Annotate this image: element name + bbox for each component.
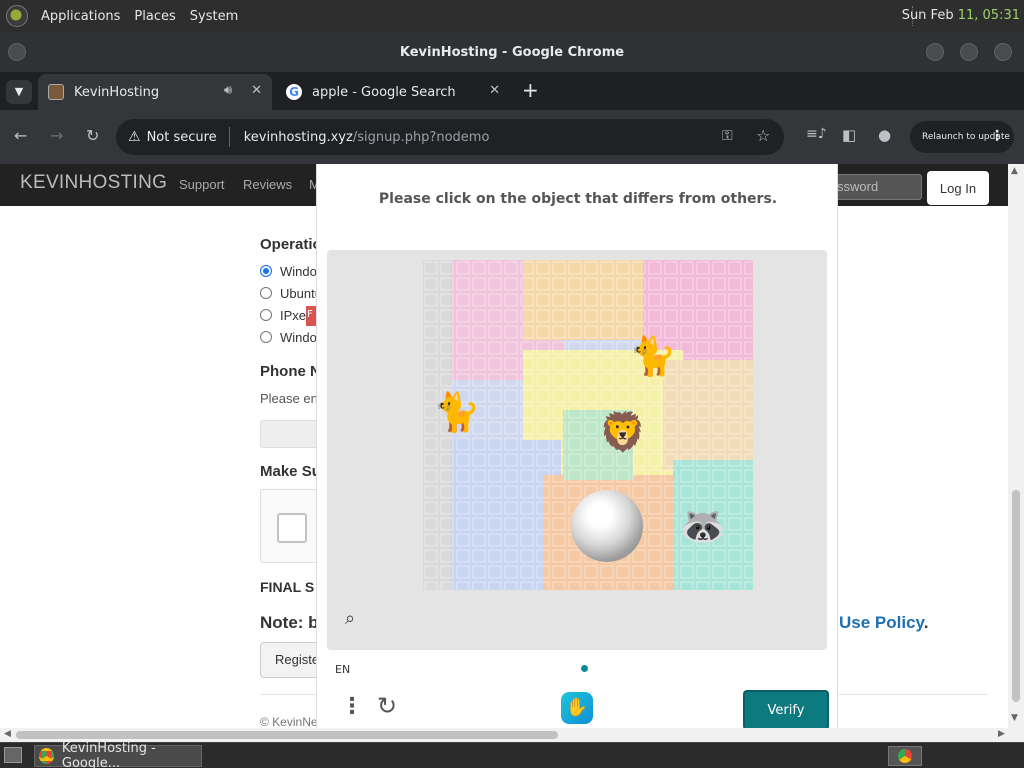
- media-control-icon[interactable]: ≡♪: [806, 126, 827, 142]
- os-option-label: Windo: [280, 330, 317, 345]
- os-option-label: Windo: [280, 264, 317, 279]
- applications-menu[interactable]: Applications: [34, 9, 127, 24]
- hcaptcha-logo-icon: ✋: [561, 692, 593, 724]
- taskbar-chrome-window[interactable]: KevinHosting - Google...: [34, 741, 202, 768]
- close-window-icon[interactable]: [994, 43, 1012, 61]
- security-status[interactable]: Not secure: [147, 130, 217, 145]
- url-host: kevinhosting.xyz: [243, 129, 353, 145]
- kevinhosting-favicon-icon: [48, 84, 64, 100]
- challenge-image[interactable]: 🐈 🐈 🦁 🦝: [423, 260, 753, 590]
- tab-kevinhosting[interactable]: KevinHosting 🔊︎ ✕: [38, 74, 272, 110]
- zoom-search-icon[interactable]: ⌕: [345, 608, 355, 629]
- radio-windows-2[interactable]: [260, 331, 272, 343]
- distro-logo-icon[interactable]: [6, 5, 28, 27]
- phone-input[interactable]: [260, 420, 320, 448]
- cat-icon[interactable]: 🐈: [629, 334, 676, 379]
- verify-button[interactable]: Verify: [743, 690, 829, 728]
- key-icon[interactable]: ⚿: [722, 128, 733, 144]
- horizontal-scrollbar[interactable]: ◀ ▶: [0, 728, 1024, 742]
- scroll-right-icon[interactable]: ▶: [998, 729, 1005, 739]
- back-icon[interactable]: ←: [14, 126, 27, 145]
- note-text: Note: b: [260, 613, 319, 632]
- new-tab-icon[interactable]: +: [522, 78, 539, 102]
- scroll-left-icon[interactable]: ◀: [4, 729, 11, 739]
- os-option-label: IPxe: [280, 308, 307, 323]
- chrome-icon: [39, 748, 54, 764]
- scroll-down-icon[interactable]: ▼: [1011, 713, 1018, 723]
- tab-search-icon[interactable]: ▼: [6, 80, 32, 104]
- refresh-icon[interactable]: ↻: [377, 692, 397, 720]
- radio-ubuntu[interactable]: [260, 287, 272, 299]
- phone-heading: Phone N: [260, 363, 321, 380]
- scrollbar-thumb[interactable]: [1012, 490, 1020, 702]
- tab-strip: ▼ KevinHosting 🔊︎ ✕ G apple - Google Sea…: [0, 72, 1024, 110]
- footer-copyright: © KevinNe: [260, 715, 318, 728]
- window-title: KevinHosting - Google Chrome: [399, 44, 625, 60]
- profile-icon[interactable]: ●: [878, 126, 891, 144]
- raccoon-icon[interactable]: 🦝: [679, 504, 726, 549]
- show-desktop-icon[interactable]: [4, 747, 22, 763]
- warning-triangle-icon[interactable]: ⚠: [128, 129, 141, 145]
- make-sure-heading: Make Su: [260, 463, 321, 480]
- forward-icon[interactable]: →: [50, 126, 63, 145]
- lion-icon[interactable]: 🦁: [599, 410, 646, 455]
- scroll-up-icon[interactable]: ▲: [1011, 166, 1018, 176]
- browser-toolbar: ← → ↻ ⚠ Not secure kevinhosting.xyz/sign…: [0, 110, 1024, 164]
- register-button[interactable]: Registe: [260, 642, 320, 678]
- policy-text: Use Policy.: [839, 613, 929, 632]
- window-menu-icon[interactable]: [8, 43, 26, 61]
- speaker-icon[interactable]: 🔊︎: [224, 83, 232, 98]
- recaptcha-checkbox[interactable]: [277, 513, 307, 543]
- nav-support[interactable]: Support: [179, 177, 225, 192]
- relaunch-button[interactable]: Relaunch to update ⋮: [910, 121, 1014, 153]
- reload-icon[interactable]: ↻: [86, 126, 99, 145]
- radio-ipxe[interactable]: [260, 309, 272, 321]
- tray-chrome-logo-icon: [898, 749, 912, 763]
- tab-title: KevinHosting: [74, 84, 160, 100]
- taskbar: KevinHosting - Google...: [0, 741, 1024, 768]
- use-policy-link[interactable]: Use Policy: [839, 613, 924, 632]
- minimize-icon[interactable]: [926, 43, 944, 61]
- tab-title: apple - Google Search: [312, 84, 456, 100]
- recaptcha-box: [260, 489, 320, 563]
- language-selector[interactable]: EN: [335, 663, 350, 676]
- phone-hint: Please ent: [260, 391, 322, 406]
- badge: F: [306, 306, 316, 326]
- address-bar[interactable]: ⚠ Not secure kevinhosting.xyz/signup.php…: [116, 119, 784, 155]
- sphere-object-icon[interactable]: [571, 490, 643, 562]
- captcha-prompt: Please click on the object that differs …: [378, 191, 778, 207]
- challenge-area: 🐈 🐈 🦁 🦝 ⌕: [327, 250, 827, 650]
- clock[interactable]: Sun Feb 11, 05:31: [902, 8, 1020, 23]
- kebab-menu-icon[interactable]: ⋮: [990, 128, 1004, 144]
- system-menu[interactable]: System: [183, 9, 245, 24]
- bookmark-star-icon[interactable]: ☆: [756, 126, 770, 145]
- omnibox-divider: [228, 127, 230, 147]
- url-path: /signup.php?nodemo: [352, 129, 490, 145]
- hcaptcha-challenge: Please click on the object that differs …: [316, 164, 838, 728]
- nav-reviews[interactable]: Reviews: [243, 177, 292, 192]
- os-heading: Operatio: [260, 236, 322, 253]
- site-brand[interactable]: KEVINHOSTING: [20, 172, 167, 194]
- radio-windows[interactable]: [260, 265, 272, 277]
- google-favicon-icon: G: [286, 84, 302, 100]
- maximize-icon[interactable]: [960, 43, 978, 61]
- close-tab-icon[interactable]: ✕: [251, 83, 262, 98]
- page-indicator-dot: [581, 665, 588, 672]
- close-tab-icon[interactable]: ✕: [489, 83, 500, 98]
- cat-icon[interactable]: 🐈: [433, 390, 480, 435]
- tab-apple-search[interactable]: G apple - Google Search ✕: [276, 74, 510, 110]
- window-titlebar: KevinHosting - Google Chrome: [0, 32, 1024, 72]
- vertical-scrollbar[interactable]: ▲ ▼: [1008, 164, 1024, 728]
- os-top-panel: Applications Places System Sun Feb 11, 0…: [0, 0, 1024, 32]
- side-panel-icon[interactable]: ◧: [842, 126, 856, 144]
- login-button[interactable]: Log In: [927, 171, 989, 205]
- h-scrollbar-thumb[interactable]: [16, 731, 558, 739]
- more-options-icon[interactable]: ⋮: [341, 694, 363, 719]
- final-step-heading: FINAL S: [260, 579, 315, 595]
- places-menu[interactable]: Places: [127, 9, 182, 24]
